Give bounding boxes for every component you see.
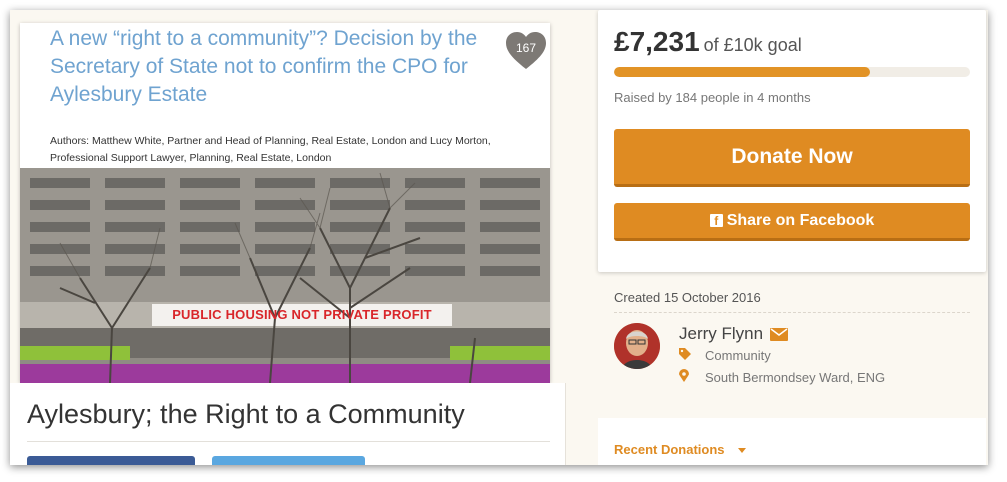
campaign-image[interactable]: A new “right to a community”? Decision b… bbox=[20, 23, 550, 383]
organiser-category: Community bbox=[679, 348, 771, 363]
estate-photo-drawing bbox=[20, 168, 550, 383]
campaign-title-panel: Aylesbury; the Right to a Community bbox=[10, 383, 566, 465]
progress-bar-fill bbox=[614, 67, 871, 77]
facebook-icon: f bbox=[709, 214, 723, 228]
donate-now-button[interactable]: Donate Now bbox=[614, 129, 970, 187]
protest-banner: PUBLIC HOUSING NOT PRIVATE PROFIT bbox=[172, 307, 432, 322]
created-date: Created 15 October 2016 bbox=[614, 290, 761, 305]
article-title: A new “right to a community”? Decision b… bbox=[50, 27, 478, 106]
share-on-facebook-button[interactable]: f Share on Facebook bbox=[614, 203, 970, 241]
like-count: 167 bbox=[515, 41, 537, 55]
recent-donations-toggle[interactable]: Recent Donations bbox=[614, 442, 725, 457]
tag-icon bbox=[679, 348, 693, 363]
article-authors: Authors: Matthew White, Partner and Head… bbox=[50, 135, 491, 164]
campaign-column: A new “right to a community”? Decision b… bbox=[10, 10, 566, 465]
recent-donations-panel: Recent Donations bbox=[598, 418, 986, 465]
facebook-share-small-button[interactable] bbox=[27, 456, 195, 465]
created-divider bbox=[614, 312, 970, 313]
article-header: A new “right to a community”? Decision b… bbox=[20, 23, 550, 168]
title-divider bbox=[27, 441, 550, 442]
envelope-icon[interactable] bbox=[770, 328, 788, 341]
goal-text: of £10k goal bbox=[703, 35, 802, 55]
map-marker-icon bbox=[679, 369, 693, 385]
donation-sidebar: £7,231 of £10k goal Raised by 184 people … bbox=[566, 10, 988, 465]
avatar-image bbox=[614, 323, 660, 369]
organiser-avatar[interactable] bbox=[614, 323, 660, 369]
page-frame: A new “right to a community”? Decision b… bbox=[10, 10, 988, 465]
donation-card: £7,231 of £10k goal Raised by 184 people … bbox=[598, 10, 986, 272]
raised-summary: £7,231 of £10k goal bbox=[614, 26, 802, 58]
category-label: Community bbox=[705, 348, 771, 363]
chevron-down-icon[interactable] bbox=[738, 448, 746, 453]
raised-amount: £7,231 bbox=[614, 26, 700, 57]
like-button[interactable]: 167 bbox=[504, 31, 548, 71]
raised-by-text: Raised by 184 people in 4 months bbox=[614, 90, 811, 105]
location-label: South Bermondsey Ward, ENG bbox=[705, 370, 886, 385]
campaign-title: Aylesbury; the Right to a Community bbox=[27, 399, 465, 429]
estate-photo: PUBLIC HOUSING NOT PRIVATE PROFIT bbox=[20, 168, 550, 383]
twitter-share-small-button[interactable] bbox=[212, 456, 365, 465]
organiser-location: South Bermondsey Ward, ENG bbox=[679, 369, 885, 385]
share-on-facebook-label: Share on Facebook bbox=[726, 211, 875, 229]
progress-bar bbox=[614, 67, 970, 77]
organiser-name[interactable]: Jerry Flynn bbox=[679, 324, 763, 344]
